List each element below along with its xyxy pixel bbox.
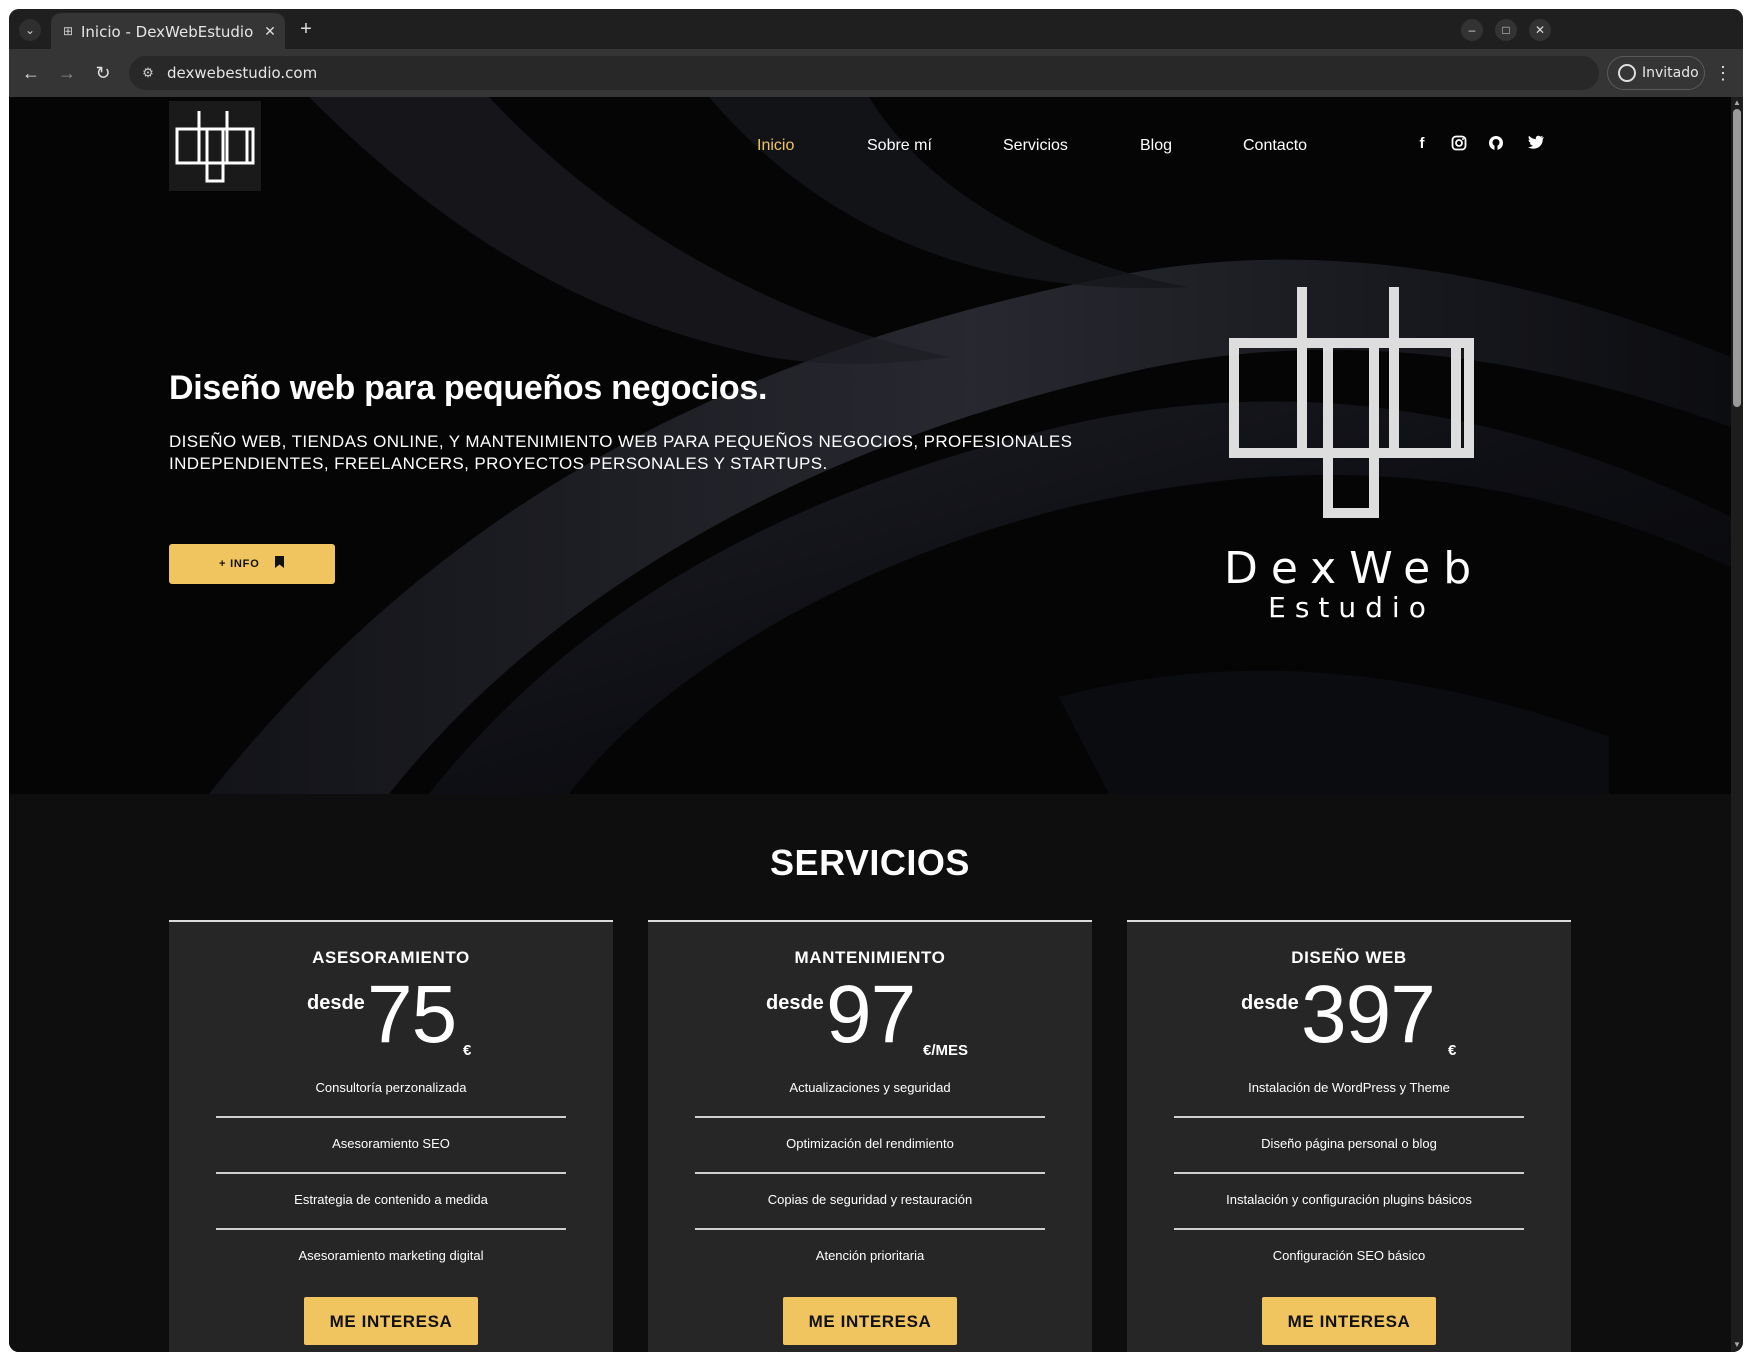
tab-search-button[interactable]: ⌄ [19,19,41,41]
close-icon: ✕ [1534,23,1546,37]
services-title: SERVICIOS [770,842,970,883]
hero-section: Inicio Sobre mí Servicios Blog Contacto … [9,97,1731,794]
profile-label: Invitado [1642,65,1699,81]
feature-item: Asesoramiento marketing digital [298,1248,484,1263]
feature-item: Instalación y configuración plugins bási… [1174,1174,1524,1230]
page-scrollbar[interactable]: ▲ ▼ [1731,97,1743,1352]
price-from: desde [1241,992,1299,1014]
feature-item: Diseño página personal o blog [1174,1118,1524,1174]
browser-toolbar: ← → ↻ ⚙ dexwebestudio.com Invitado ⋮ [9,49,1743,97]
back-button[interactable]: ← [19,61,43,85]
back-arrow-icon: ← [22,63,40,83]
browser-menu-button[interactable]: ⋮ [1713,61,1733,85]
feature-item: Consultoría perzonalizada [216,1062,566,1118]
feature-item: Actualizaciones y seguridad [695,1062,1045,1118]
maximize-button[interactable]: □ [1495,19,1517,41]
card-title: DISEÑO WEB [1291,948,1407,967]
services-section: SERVICIOS ASESORAMIENTO desde 75 € Consu… [9,794,1731,1352]
scroll-down-icon[interactable]: ▼ [1732,1340,1742,1350]
site-favicon-icon: ⊞ [62,24,74,38]
service-card-diseno-web: DISEÑO WEB desde 397 € Instalación de Wo… [1127,920,1571,1352]
page-viewport: Inicio Sobre mí Servicios Blog Contacto … [9,97,1731,1352]
service-card-mantenimiento: MANTENIMIENTO desde 97 €/MES Actualizaci… [648,920,1092,1352]
nav-sobre-mi[interactable]: Sobre mí [867,137,932,155]
feature-item: Instalación de WordPress y Theme [1174,1062,1524,1118]
chevron-down-icon: ⌄ [24,23,36,37]
forward-arrow-icon: → [58,63,76,83]
tab-close-button[interactable]: ✕ [261,22,279,40]
service-card-asesoramiento: ASESORAMIENTO desde 75 € Consultoría per… [169,920,613,1352]
feature-item: Atención prioritaria [815,1248,925,1263]
price-amount: 75 [367,969,457,1060]
me-interesa-button[interactable]: ME INTERESA [304,1297,478,1345]
feature-item: Estrategia de contenido a medida [216,1174,566,1230]
twitter-icon[interactable] [1527,135,1545,153]
brand-mark-icon [1229,287,1474,518]
card-price: desde 397 € [1127,969,1571,1060]
minimize-button[interactable]: – [1461,19,1483,41]
bookmark-icon [275,556,284,568]
close-icon: ✕ [264,23,276,39]
feature-item: Optimización del rendimiento [695,1118,1045,1174]
url-text[interactable]: dexwebestudio.com [167,64,317,82]
card-price: desde 97 €/MES [648,969,1092,1060]
person-icon [1618,64,1636,82]
price-unit: € [1448,1042,1457,1059]
price-from: desde [766,992,824,1014]
brand-tagline: Estudio [1268,591,1435,624]
price-amount: 97 [826,969,916,1060]
profile-button[interactable]: Invitado [1607,56,1705,90]
instagram-icon[interactable] [1450,135,1468,153]
scroll-up-icon[interactable]: ▲ [1732,98,1742,108]
close-window-button[interactable]: ✕ [1529,19,1551,41]
info-button[interactable]: + INFO [169,544,335,584]
feature-item: Asesoramiento SEO [216,1118,566,1174]
card-title: ASESORAMIENTO [312,948,470,967]
scrollbar-thumb[interactable] [1733,109,1741,407]
tab-title: Inicio - DexWebEstudio [81,23,254,41]
main-navigation: Inicio Sobre mí Servicios Blog Contacto … [9,97,1731,187]
price-from: desde [307,992,365,1014]
card-price: desde 75 € [169,969,613,1060]
feature-item: Configuración SEO básico [1272,1248,1426,1263]
hero-title: Diseño web para pequeños negocios. [169,369,768,407]
card-title: MANTENIMIENTO [794,948,946,967]
me-interesa-button[interactable]: ME INTERESA [1262,1297,1436,1345]
brand-logo: DexWeb Estudio [1224,285,1479,645]
hero-subtitle: DISEÑO WEB, TIENDAS ONLINE, Y MANTENIMIE… [169,432,1073,473]
tune-icon[interactable]: ⚙ [139,64,157,82]
nav-blog[interactable]: Blog [1140,137,1172,155]
brand-name: DexWeb [1224,543,1485,594]
me-interesa-button[interactable]: ME INTERESA [783,1297,957,1345]
plus-icon: + [300,18,312,40]
minimize-icon: – [1468,23,1476,37]
nav-inicio[interactable]: Inicio [757,137,794,155]
tab-strip: ⌄ ⊞ Inicio - DexWebEstudio ✕ + – □ ✕ [9,9,1743,49]
tab-active[interactable]: ⊞ Inicio - DexWebEstudio ✕ [51,13,285,49]
new-tab-button[interactable]: + [294,17,318,41]
address-bar[interactable]: ⚙ dexwebestudio.com [129,56,1599,90]
nav-servicios[interactable]: Servicios [1003,137,1068,155]
facebook-icon[interactable]: f [1413,135,1431,153]
info-button-label: + INFO [219,558,260,570]
kebab-icon: ⋮ [1714,63,1732,83]
price-amount: 397 [1301,969,1436,1060]
reload-button[interactable]: ↻ [91,61,115,85]
github-icon[interactable] [1487,135,1505,153]
nav-contacto[interactable]: Contacto [1243,137,1307,155]
feature-item: Copias de seguridad y restauración [695,1174,1045,1230]
maximize-icon: □ [1502,23,1510,37]
reload-icon: ↻ [95,63,111,83]
browser-window: ⌄ ⊞ Inicio - DexWebEstudio ✕ + – □ ✕ ← →… [9,9,1743,1352]
forward-button[interactable]: → [55,61,79,85]
price-unit: € [463,1042,472,1059]
price-unit: €/MES [923,1042,969,1059]
